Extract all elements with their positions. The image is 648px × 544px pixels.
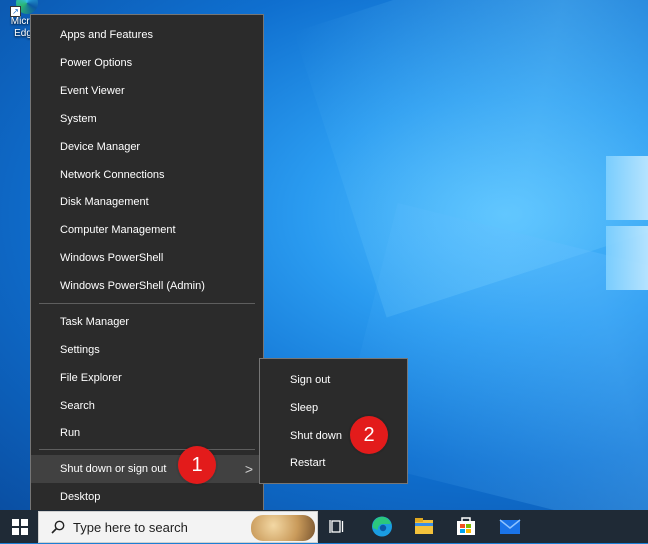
menu-item-windows-powershell-admin[interactable]: Windows PowerShell (Admin) (31, 272, 263, 300)
chevron-right-icon: > (244, 461, 253, 477)
search-icon (51, 520, 65, 534)
submenu-item-sleep[interactable]: Sleep (260, 394, 407, 422)
menu-item-system[interactable]: System (31, 105, 263, 133)
start-button[interactable] (6, 510, 34, 543)
menu-item-device-manager[interactable]: Device Manager (31, 133, 263, 161)
search-highlight-image (251, 515, 315, 541)
microsoft-store-icon[interactable] (446, 510, 486, 543)
file-explorer-icon[interactable] (404, 510, 444, 543)
menu-separator (39, 303, 255, 304)
menu-item-shut-down-or-sign-out[interactable]: Shut down or sign out > (31, 455, 263, 483)
menu-item-desktop[interactable]: Desktop (31, 483, 263, 511)
menu-item-search[interactable]: Search (31, 392, 263, 420)
winx-menu: Apps and Features Power Options Event Vi… (30, 14, 264, 516)
taskbar-search-box[interactable]: Type here to search (38, 511, 318, 543)
submenu-item-sign-out[interactable]: Sign out (260, 366, 407, 394)
menu-item-settings[interactable]: Settings (31, 336, 263, 364)
menu-item-file-explorer[interactable]: File Explorer (31, 364, 263, 392)
menu-item-event-viewer[interactable]: Event Viewer (31, 77, 263, 105)
menu-item-power-options[interactable]: Power Options (31, 49, 263, 77)
taskbar: Type here to search (0, 510, 648, 543)
menu-item-windows-powershell[interactable]: Windows PowerShell (31, 244, 263, 272)
menu-item-label: Shut down or sign out (60, 463, 167, 475)
task-view-icon[interactable] (318, 510, 358, 543)
menu-item-apps-and-features[interactable]: Apps and Features (31, 21, 263, 49)
mail-icon[interactable] (490, 510, 530, 543)
windows-wallpaper-logo (606, 150, 648, 300)
shutdown-submenu: Sign out Sleep Shut down Restart (259, 358, 408, 484)
menu-item-run[interactable]: Run (31, 419, 263, 447)
menu-item-task-manager[interactable]: Task Manager (31, 308, 263, 336)
menu-separator (39, 449, 255, 450)
step-badge-1: 1 (178, 446, 216, 484)
menu-item-disk-management[interactable]: Disk Management (31, 188, 263, 216)
menu-item-computer-management[interactable]: Computer Management (31, 216, 263, 244)
search-placeholder: Type here to search (73, 520, 188, 535)
edge-icon[interactable] (362, 510, 402, 543)
menu-item-network-connections[interactable]: Network Connections (31, 161, 263, 189)
step-badge-2: 2 (350, 416, 388, 454)
submenu-item-restart[interactable]: Restart (260, 449, 407, 477)
windows-logo-icon (12, 519, 19, 526)
